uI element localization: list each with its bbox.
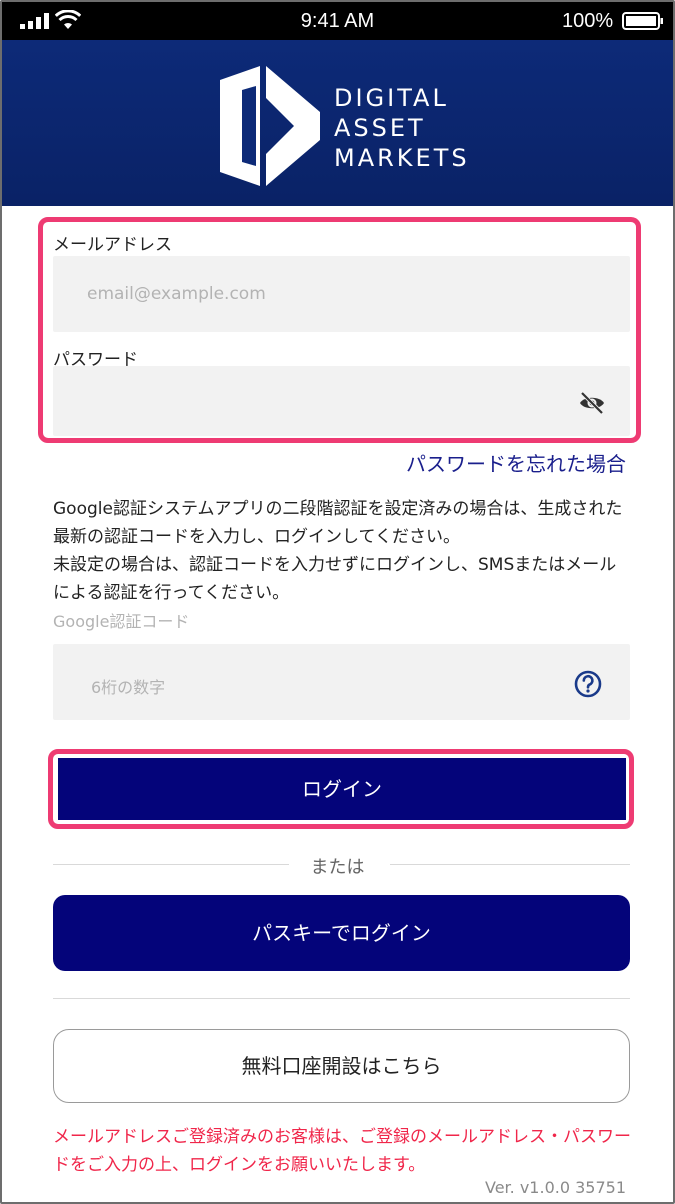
brand-wordmark: Digital Asset Markets	[334, 84, 470, 174]
registered-user-notice: メールアドレスご登録済みのお客様は、ご登録のメールアドレス・パスワードをご入力の…	[53, 1127, 631, 1175]
divider-right	[390, 864, 630, 865]
dam-logo-icon	[220, 66, 320, 186]
divider	[53, 998, 630, 999]
open-account-button[interactable]: 無料口座開設はこちら	[53, 1029, 630, 1103]
brand-line-2: Asset	[334, 114, 426, 142]
forgot-password-link[interactable]: パスワードを忘れた場合	[406, 448, 626, 477]
battery-icon	[622, 12, 663, 30]
brand-line-3: Markets	[334, 144, 470, 172]
two-factor-info: Google認証システムアプリの二段階認証を設定済みの場合は、生成された最新の認…	[53, 499, 623, 603]
status-bar: 9:41 AM 100%	[2, 2, 673, 40]
google-code-label: Google認証コード	[53, 612, 190, 631]
battery-percent: 100%	[562, 10, 614, 32]
app-header: Digital Asset Markets	[2, 40, 673, 206]
passkey-login-button[interactable]: パスキーでログイン	[53, 895, 630, 971]
help-icon[interactable]	[573, 669, 603, 699]
app-version: Ver. v1.0.0 35751	[485, 1178, 626, 1197]
credentials-highlight	[38, 217, 641, 443]
brand-line-1: Digital	[334, 84, 449, 112]
google-code-placeholder: 6桁の数字	[91, 678, 166, 697]
google-code-field[interactable]: 6桁の数字	[53, 644, 630, 720]
phone-frame: 9:41 AM 100% Digital Asset Markets メールアド…	[0, 0, 675, 1204]
or-separator: または	[310, 857, 365, 878]
login-highlight	[48, 749, 634, 829]
